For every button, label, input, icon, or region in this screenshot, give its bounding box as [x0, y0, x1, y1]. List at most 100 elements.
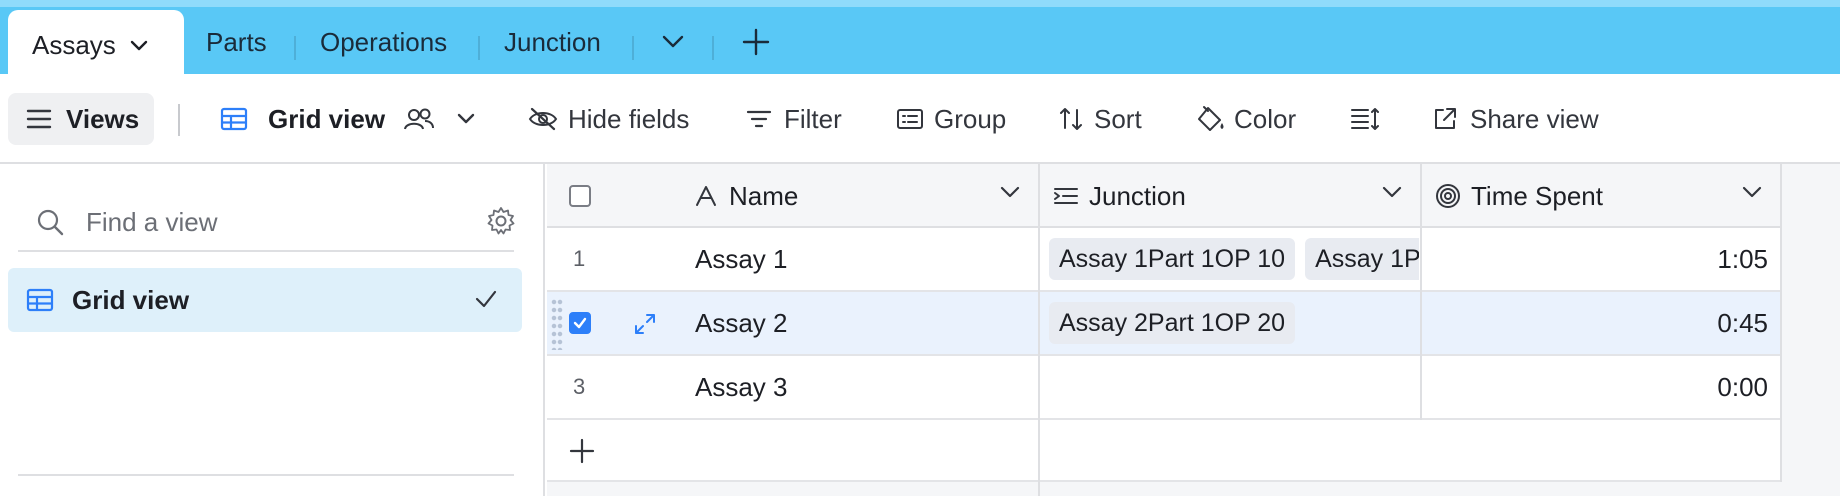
color-button[interactable]: Color	[1196, 74, 1296, 164]
row-number: 1	[573, 246, 586, 271]
column-header-junction[interactable]: Junction	[1039, 164, 1420, 228]
column-divider	[1038, 164, 1040, 496]
tab-operations-label: Operations	[320, 26, 448, 57]
formula-spiral-icon	[1436, 184, 1460, 208]
hide-fields-button[interactable]: Hide fields	[528, 74, 689, 164]
column-junction-label: Junction	[1089, 180, 1186, 211]
chevron-down-icon[interactable]	[130, 40, 148, 52]
hide-fields-label: Hide fields	[568, 103, 690, 134]
linked-record-pill[interactable]: Assay 1Part 1OP 10	[1049, 238, 1296, 280]
column-divider	[1780, 164, 1782, 482]
sidebar-item-label: Grid view	[72, 284, 190, 315]
tab-parts-label: Parts	[206, 26, 267, 57]
checkmark-icon	[475, 290, 497, 308]
view-toolbar: Views Grid view Hide fields Filter Group…	[0, 74, 1840, 164]
search-icon	[37, 209, 64, 236]
plus-icon	[742, 28, 770, 56]
tab-divider	[632, 36, 634, 60]
column-divider	[1420, 164, 1422, 420]
row-height-button[interactable]	[1350, 74, 1380, 164]
add-record-row[interactable]	[547, 420, 1780, 482]
chevron-down-icon[interactable]	[1742, 186, 1762, 199]
time-spent-cell[interactable]: 0:45	[1421, 292, 1780, 354]
table-row[interactable]: Assay 2 Assay 2Part 1OP 20 0:45	[547, 292, 1780, 356]
time-spent-value: 1:05	[1717, 243, 1768, 274]
paint-bucket-icon	[1198, 106, 1224, 131]
column-name-label: Name	[729, 180, 799, 211]
group-button[interactable]: Group	[896, 74, 1006, 164]
tab-divider	[712, 36, 714, 60]
views-button[interactable]: Views	[8, 93, 154, 145]
share-view-button[interactable]: Share view	[1432, 74, 1599, 164]
column-header-time-spent[interactable]: Time Spent	[1421, 164, 1780, 228]
filter-label: Filter	[784, 103, 842, 134]
text-field-icon	[696, 186, 716, 206]
row-number: 3	[573, 374, 586, 399]
tab-assays[interactable]: Assays	[8, 10, 184, 81]
chevron-down-icon[interactable]	[1382, 186, 1402, 199]
table-row[interactable]: 1 Assay 1 Assay 1Part 1OP 10 Assay 1Part…	[547, 228, 1780, 292]
time-spent-cell[interactable]: 0:00	[1421, 356, 1780, 418]
eye-slash-icon	[528, 107, 558, 131]
link-field-icon	[1054, 188, 1078, 204]
name-value: Assay 1	[695, 243, 788, 274]
sort-button[interactable]: Sort	[1058, 74, 1142, 164]
linked-record-pill[interactable]: Assay 1Part 2OP 10	[1305, 238, 1419, 280]
grid-header: Name Junction Time Spent	[547, 164, 1780, 228]
hamburger-icon	[26, 109, 52, 129]
grid-view-label: Grid view	[268, 103, 386, 134]
linked-records: Assay 1Part 1OP 10 Assay 1Part 2OP 10	[1039, 238, 1419, 282]
junction-cell[interactable]: Assay 1Part 1OP 10 Assay 1Part 2OP 10	[1039, 228, 1420, 290]
more-tables-button[interactable]	[662, 10, 684, 74]
checkmark-icon	[573, 317, 587, 329]
view-search[interactable]: Find a view	[36, 194, 516, 250]
color-label: Color	[1234, 103, 1297, 134]
time-spent-value: 0:45	[1717, 307, 1768, 338]
name-cell[interactable]: Assay 3	[695, 356, 788, 418]
tab-assays-label: Assays	[32, 30, 116, 60]
row-checkbox[interactable]	[569, 312, 591, 334]
tab-divider	[294, 36, 296, 60]
collaborators-icon	[404, 108, 435, 130]
column-header-name[interactable]: Name	[547, 164, 1038, 228]
add-table-button[interactable]	[742, 10, 770, 74]
toolbar-divider	[178, 104, 180, 136]
views-sidebar: Find a view Grid view	[0, 164, 545, 496]
records-grid: Name Junction Time Spent 1 Assay 1 Assay…	[547, 164, 1840, 496]
grid-view-icon	[220, 107, 248, 131]
external-link-icon	[1435, 108, 1456, 129]
junction-cell[interactable]	[1039, 356, 1420, 418]
name-cell[interactable]: Assay 1	[695, 228, 788, 290]
tab-junction[interactable]: Junction	[504, 10, 601, 74]
share-view-label: Share view	[1470, 103, 1599, 134]
tab-divider	[478, 36, 480, 60]
tab-parts[interactable]: Parts	[206, 10, 267, 74]
divider	[18, 250, 514, 252]
chevron-down-icon[interactable]	[1000, 186, 1020, 199]
row-height-icon	[1351, 108, 1379, 130]
tab-operations[interactable]: Operations	[320, 10, 447, 74]
time-spent-cell[interactable]: 1:05	[1421, 228, 1780, 290]
linked-record-pill[interactable]: Assay 2Part 1OP 20	[1049, 302, 1296, 344]
sort-icon	[1060, 108, 1082, 130]
plus-icon	[569, 438, 595, 464]
grid-view-switcher[interactable]: Grid view	[220, 74, 475, 164]
group-icon	[897, 109, 923, 129]
expand-record-icon[interactable]	[633, 312, 657, 336]
linked-records: Assay 2Part 1OP 20	[1039, 302, 1419, 346]
junction-cell[interactable]: Assay 2Part 1OP 20	[1039, 292, 1420, 354]
search-input[interactable]: Find a view	[86, 207, 218, 238]
name-cell[interactable]: Assay 2	[695, 292, 788, 354]
chevron-down-icon	[662, 35, 684, 48]
table-row[interactable]: 3 Assay 3 0:00	[547, 356, 1780, 420]
gear-icon[interactable]	[486, 206, 516, 236]
name-value: Assay 2	[695, 307, 788, 338]
sidebar-item-grid-view[interactable]: Grid view	[8, 268, 522, 332]
filter-button[interactable]: Filter	[746, 74, 842, 164]
table-tabs-bar: Assays Parts Operations Junction	[0, 0, 1840, 81]
group-label: Group	[934, 103, 1007, 134]
chevron-down-icon[interactable]	[457, 113, 475, 125]
column-time-spent-label: Time Spent	[1471, 180, 1603, 211]
drag-handle[interactable]	[551, 298, 563, 350]
tab-junction-label: Junction	[504, 26, 601, 57]
